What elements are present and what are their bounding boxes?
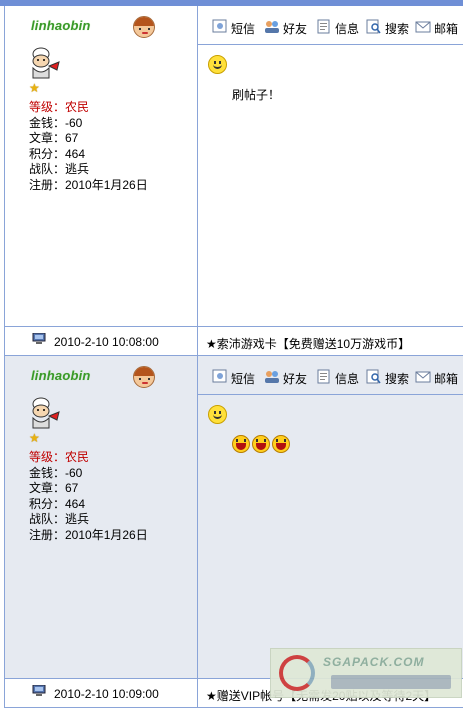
post-time: 2010-2-10 10:09:00 — [54, 687, 159, 701]
post-footer-left: 2010-2-10 10:09:00 — [4, 679, 198, 707]
smile-emoticon-icon — [208, 55, 227, 74]
toolbar-divider — [198, 394, 463, 395]
user-level: 等级：农民 — [29, 450, 90, 464]
post-footer-right: ★索沛游戏卡【免费赠送10万游戏币】 — [198, 327, 463, 355]
user-registered: 注册：2010年1月26日 — [29, 527, 148, 542]
user-avatar[interactable] — [27, 46, 63, 80]
watermark-banner — [331, 675, 451, 689]
user-articles: 文章：67 — [29, 131, 79, 145]
user-points: 积分：464 — [29, 496, 86, 511]
ad-link[interactable]: ★索沛游戏卡【免费赠送10万游戏币】 — [206, 335, 410, 352]
laugh-emoticon-icon — [272, 435, 290, 453]
laugh-emoticon-icon — [232, 435, 250, 453]
user-money: 金钱：-60 — [29, 115, 83, 130]
post-footer-left: 2010-2-10 10:08:00 — [4, 327, 198, 355]
user-team: 战队：逃兵 — [29, 162, 90, 176]
friends-icon — [265, 371, 279, 383]
post-footer-1: 2010-2-10 10:08:00 ★索沛游戏卡【免费赠送10万游戏币】 — [4, 326, 463, 356]
user-level: 等级：农民 — [29, 100, 90, 114]
username-link[interactable]: linhaobin — [31, 368, 91, 383]
user-registered: 注册：2010年1月26日 — [29, 177, 148, 192]
watermark-logo-icon — [279, 655, 315, 691]
info-icon — [317, 369, 330, 384]
search-icon — [366, 19, 381, 34]
gender-face-icon — [133, 16, 155, 38]
user-points: 积分：464 — [29, 146, 86, 161]
sms-icon — [212, 19, 227, 33]
rank-star-icon: ★ — [29, 431, 40, 445]
user-panel: linhaobin ★ 等级：农民 金钱：-60 文章：67 积分：464 战队… — [4, 6, 198, 326]
user-avatar[interactable] — [27, 396, 63, 430]
user-info: 等级：农民 金钱：-60 文章：67 积分：464 战队：逃兵 注册：2010年… — [29, 450, 148, 543]
username-link[interactable]: linhaobin — [31, 18, 91, 33]
info-icon — [317, 19, 330, 34]
user-money: 金钱：-60 — [29, 465, 83, 480]
laugh-emoticon-icon — [252, 435, 270, 453]
computer-icon — [32, 333, 46, 344]
user-panel: linhaobin ★ 等级：农民 金钱：-60 文章：67 积分：464 战队… — [4, 356, 198, 678]
search-icon — [366, 369, 381, 384]
friends-icon — [265, 21, 279, 33]
post-body: 短信 好友 信息 搜索 邮箱 刷帖子！ — [198, 6, 463, 326]
post-time: 2010-2-10 10:08:00 — [54, 335, 159, 349]
post-1: linhaobin ★ 等级：农民 金钱：-60 文章：67 积分：464 战队… — [4, 6, 463, 326]
rank-star-icon: ★ — [29, 81, 40, 95]
watermark-text: SGAPACK.COM — [323, 655, 425, 669]
smile-emoticon-icon — [208, 405, 227, 424]
user-articles: 文章：67 — [29, 481, 79, 495]
post-content: 刷帖子！ — [232, 88, 281, 102]
mail-icon — [415, 371, 431, 383]
user-info: 等级：农民 金钱：-60 文章：67 积分：464 战队：逃兵 注册：2010年… — [29, 100, 148, 193]
site-watermark: SGAPACK.COM — [270, 648, 462, 698]
user-team: 战队：逃兵 — [29, 512, 90, 526]
gender-face-icon — [133, 366, 155, 388]
sms-icon — [212, 369, 227, 383]
mail-icon — [415, 21, 431, 33]
computer-icon — [32, 685, 46, 696]
post-2: linhaobin ★ 等级：农民 金钱：-60 文章：67 积分：464 战队… — [4, 356, 463, 678]
toolbar-divider — [198, 44, 463, 45]
post-body: 短信 好友 信息 搜索 邮箱 — [198, 356, 463, 678]
